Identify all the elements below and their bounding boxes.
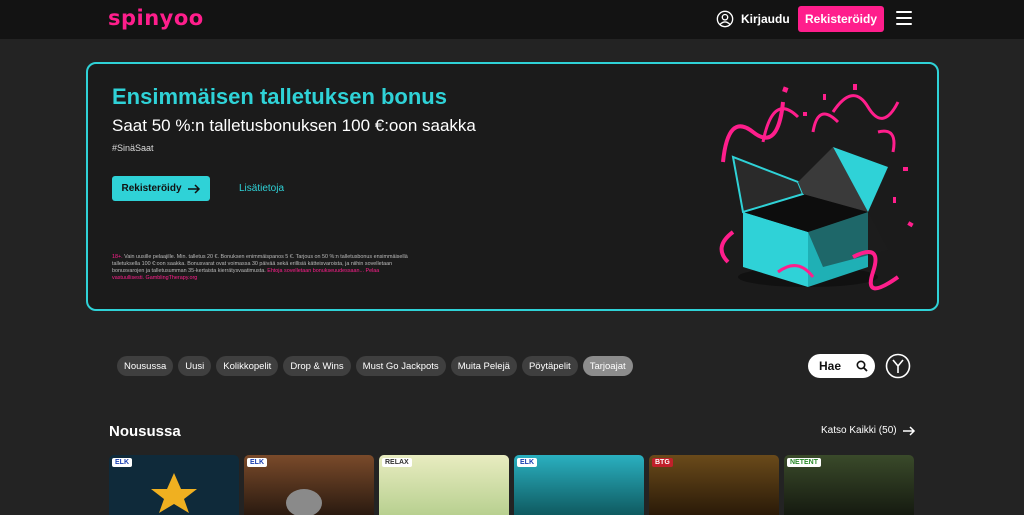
game-tile[interactable]: NETENT — [784, 455, 914, 515]
more-info-link[interactable]: Lisätietoja — [239, 183, 284, 194]
user-icon — [716, 10, 734, 28]
banner-register-button[interactable]: Rekisteröidy — [112, 176, 210, 201]
category-filters: Nousussa Uusi Kolikkopelit Drop & Wins M… — [117, 356, 633, 376]
arrow-right-icon — [902, 425, 915, 436]
search-button[interactable]: Hae — [808, 354, 875, 378]
register-button[interactable]: Rekisteröidy — [798, 6, 884, 32]
compass-icon[interactable] — [885, 353, 911, 379]
filter-nousussa[interactable]: Nousussa — [117, 356, 174, 376]
game-artwork — [286, 489, 322, 515]
see-all-link[interactable]: Katso Kaikki (50) — [821, 425, 916, 436]
game-tile[interactable]: RELAX — [379, 455, 509, 515]
see-all-label: Katso Kaikki (50) — [821, 425, 897, 436]
game-tile[interactable]: ELK — [244, 455, 374, 515]
banner-title: Ensimmäisen talletuksen bonus — [112, 84, 447, 109]
welcome-bonus-banner: Ensimmäisen talletuksen bonus Saat 50 %:… — [86, 62, 939, 311]
filter-poytapelit[interactable]: Pöytäpelit — [521, 356, 578, 376]
game-tile[interactable]: ELK — [514, 455, 644, 515]
game-tile[interactable]: ELK — [109, 455, 239, 515]
game-tile[interactable]: BTG — [649, 455, 779, 515]
search-label: Hae — [819, 359, 842, 373]
filter-uusi[interactable]: Uusi — [178, 356, 212, 376]
login-button[interactable]: Kirjaudu — [716, 9, 790, 29]
banner-register-label: Rekisteröidy — [121, 183, 182, 194]
provider-badge: NETENT — [787, 458, 821, 467]
login-label: Kirjaudu — [741, 12, 790, 26]
filter-tarjoajat[interactable]: Tarjoajat — [582, 356, 633, 376]
game-artwork — [151, 473, 197, 513]
game-tiles-row: ELK ELK RELAX ELK BTG NETENT — [109, 455, 914, 515]
menu-icon[interactable] — [896, 11, 912, 27]
arrow-right-icon — [187, 183, 200, 194]
banner-subtitle: Saat 50 %:n talletusbonuksen 100 €:oon s… — [112, 116, 476, 135]
logo[interactable]: spinyoo — [108, 6, 204, 30]
provider-badge: ELK — [517, 458, 537, 467]
filter-kolikkopelit[interactable]: Kolikkopelit — [216, 356, 279, 376]
gift-box-illustration — [719, 84, 914, 291]
age-notice: 18+. — [112, 254, 123, 260]
banner-hashtag: #SinäSaat — [112, 143, 154, 153]
filter-drop-wins[interactable]: Drop & Wins — [283, 356, 351, 376]
provider-badge: BTG — [652, 458, 673, 467]
filter-must-go-jackpots[interactable]: Must Go Jackpots — [355, 356, 446, 376]
filter-muita-peleja[interactable]: Muita Pelejä — [450, 356, 517, 376]
top-bar: spinyoo Kirjaudu Rekisteröidy — [0, 0, 1024, 39]
search-icon — [856, 360, 868, 372]
section-title: Nousussa — [109, 423, 181, 440]
terms-text: 18+. Vain uusille pelaajille. Min. talle… — [112, 254, 412, 282]
provider-badge: RELAX — [382, 458, 412, 467]
